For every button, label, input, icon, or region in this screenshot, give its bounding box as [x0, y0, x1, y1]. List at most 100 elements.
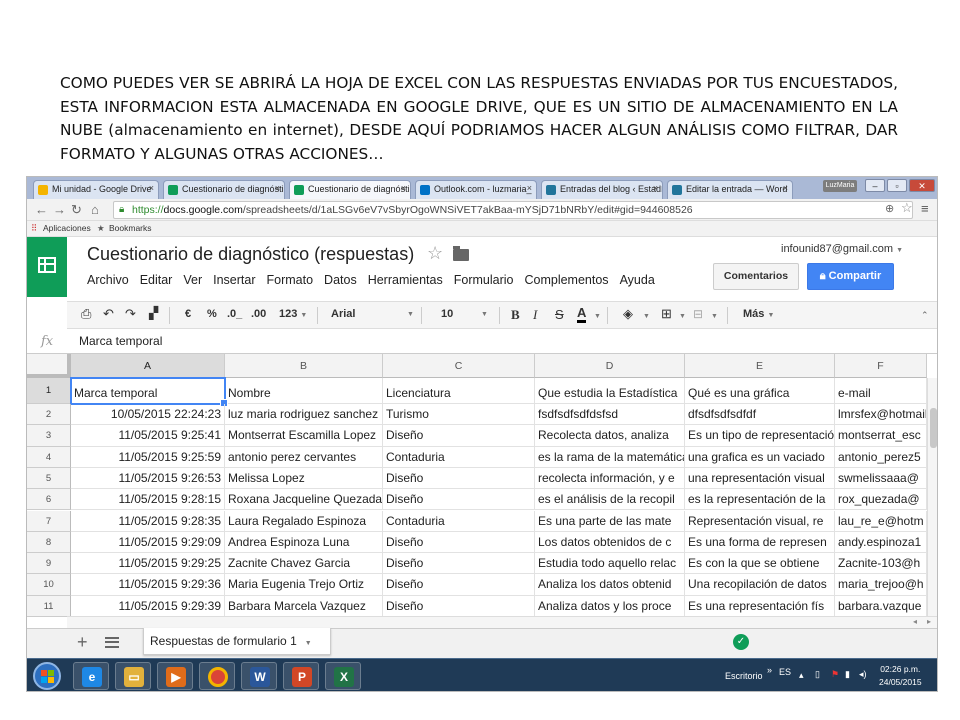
browser-tab[interactable]: Editar la entrada — Word ×: [667, 180, 793, 199]
folder-icon[interactable]: [453, 246, 469, 261]
account-email[interactable]: infounid87@gmail.com ▼: [781, 243, 903, 255]
start-button[interactable]: [33, 662, 61, 690]
header-cell[interactable]: Nombre: [225, 378, 383, 404]
menu-item-insertar[interactable]: Insertar: [213, 273, 255, 287]
close-tab-icon[interactable]: ×: [527, 183, 532, 193]
taskbar-media[interactable]: ▶: [157, 662, 193, 690]
column-header[interactable]: B: [225, 354, 383, 378]
table-cell[interactable]: swmelissaaa@: [835, 467, 927, 490]
table-cell[interactable]: Contaduria: [383, 510, 535, 532]
table-cell[interactable]: Maria Eugenia Trejo Ortiz: [225, 574, 383, 596]
table-cell[interactable]: 11/05/2015 9:29:09: [71, 531, 225, 554]
paint-format-icon[interactable]: ▞: [149, 306, 158, 320]
table-cell[interactable]: lau_re_e@hotm: [835, 510, 927, 532]
table-cell[interactable]: maria_trejoo@h: [835, 574, 927, 596]
collapse-toolbar-icon[interactable]: ⌃: [921, 310, 929, 321]
row-header[interactable]: 7: [27, 510, 71, 532]
minimize-button[interactable]: –: [865, 179, 885, 192]
select-all-corner[interactable]: [27, 354, 71, 378]
close-tab-icon[interactable]: ×: [275, 183, 280, 193]
table-cell[interactable]: Contaduria: [383, 446, 535, 468]
table-cell[interactable]: 11/05/2015 9:26:53: [71, 467, 225, 490]
table-cell[interactable]: Analiza datos y los proce: [535, 595, 685, 617]
percent-button[interactable]: %: [207, 308, 217, 320]
table-cell[interactable]: Andrea Espinoza Luna: [225, 531, 383, 554]
table-cell[interactable]: Diseño: [383, 425, 535, 447]
table-cell[interactable]: es el análisis de la recopil: [535, 489, 685, 511]
flag-icon[interactable]: ⚑: [831, 669, 839, 691]
table-cell[interactable]: una grafica es un vaciado: [685, 446, 835, 468]
sheet-tab[interactable]: Respuestas de formulario 1 ▼: [143, 628, 331, 655]
taskbar-chrome[interactable]: [199, 662, 235, 690]
language-indicator[interactable]: ES: [779, 667, 791, 691]
reload-icon[interactable]: ↻: [71, 202, 82, 218]
merge-cells-icon[interactable]: ⊟: [693, 307, 703, 321]
table-cell[interactable]: 11/05/2015 9:25:59: [71, 446, 225, 468]
table-cell[interactable]: Diseño: [383, 531, 535, 554]
table-cell[interactable]: antonio perez cervantes: [225, 446, 383, 468]
decrease-decimal-button[interactable]: .0_: [227, 308, 242, 320]
italic-button[interactable]: I: [533, 307, 537, 323]
forward-icon[interactable]: →: [53, 202, 66, 217]
tray-arrow-icon[interactable]: ▴: [799, 670, 804, 691]
row-header[interactable]: 10: [27, 574, 71, 596]
table-cell[interactable]: Una recopilación de datos: [685, 574, 835, 596]
scroll-left-icon[interactable]: ◂: [913, 617, 917, 626]
browser-tab[interactable]: Cuestionario de diagnóstico ×: [289, 180, 411, 199]
star-document-icon[interactable]: ☆: [427, 243, 443, 264]
maximize-button[interactable]: ▫: [887, 179, 907, 192]
close-window-button[interactable]: ✕: [909, 179, 935, 192]
header-cell[interactable]: Que estudia la Estadística: [535, 378, 685, 404]
vertical-scrollbar[interactable]: [927, 378, 937, 616]
close-tab-icon[interactable]: ×: [401, 183, 406, 193]
header-cell[interactable]: e-mail: [835, 378, 927, 404]
row-header[interactable]: 2: [27, 404, 71, 426]
more-button[interactable]: Más ▼: [743, 308, 774, 320]
volume-icon[interactable]: ◂): [859, 669, 867, 691]
table-cell[interactable]: Es una representación fís: [685, 595, 835, 617]
table-cell[interactable]: Diseño: [383, 574, 535, 596]
share-button[interactable]: 🔒︎ Compartir: [807, 263, 894, 290]
table-cell[interactable]: montserrat_esc: [835, 425, 927, 447]
browser-tab[interactable]: Mi unidad - Google Drive ×: [33, 180, 159, 199]
scroll-right-icon[interactable]: ▸: [927, 617, 931, 626]
row-header[interactable]: 8: [27, 531, 71, 554]
table-cell[interactable]: Los datos obtenidos de c: [535, 531, 685, 554]
browser-tab[interactable]: Entradas del blog ‹ Estadí ×: [541, 180, 663, 199]
table-cell[interactable]: barbara.vazque: [835, 595, 927, 617]
document-title[interactable]: Cuestionario de diagnóstico (respuestas): [87, 244, 414, 265]
chevron-right-icon[interactable]: »: [767, 665, 772, 691]
table-cell[interactable]: Laura Regalado Espinoza: [225, 510, 383, 532]
borders-icon[interactable]: ⊞: [661, 306, 672, 322]
header-cell[interactable]: Licenciatura: [383, 378, 535, 404]
row-header[interactable]: 11: [27, 595, 71, 617]
horizontal-scrollbar[interactable]: ◂ ▸: [67, 616, 937, 628]
taskbar-excel[interactable]: X: [325, 662, 361, 690]
table-cell[interactable]: Diseño: [383, 553, 535, 575]
column-header[interactable]: D: [535, 354, 685, 378]
table-cell[interactable]: antonio_perez5: [835, 446, 927, 468]
menu-item-herramientas[interactable]: Herramientas: [368, 273, 443, 287]
text-color-button[interactable]: A: [577, 306, 587, 323]
taskbar-word[interactable]: W: [241, 662, 277, 690]
sheets-logo-icon[interactable]: [27, 237, 67, 297]
column-header[interactable]: C: [383, 354, 535, 378]
menu-item-ayuda[interactable]: Ayuda: [620, 273, 655, 287]
table-cell[interactable]: Estudia todo aquello relac: [535, 553, 685, 575]
table-cell[interactable]: Diseño: [383, 489, 535, 511]
table-cell[interactable]: 11/05/2015 9:28:35: [71, 510, 225, 532]
column-header[interactable]: F: [835, 354, 927, 378]
taskbar-explorer[interactable]: ▭: [115, 662, 151, 690]
table-cell[interactable]: Turismo: [383, 404, 535, 426]
table-cell[interactable]: una representación visual: [685, 467, 835, 490]
header-cell[interactable]: Qué es una gráfica: [685, 378, 835, 404]
table-cell[interactable]: Zacnite-103@h: [835, 553, 927, 575]
table-cell[interactable]: Es con la que se obtiene: [685, 553, 835, 575]
table-cell[interactable]: 11/05/2015 9:29:25: [71, 553, 225, 575]
user-badge[interactable]: LuzMaria: [823, 180, 857, 192]
taskbar-powerpoint[interactable]: P: [283, 662, 319, 690]
column-header[interactable]: E: [685, 354, 835, 378]
table-cell[interactable]: Zacnite Chavez Garcia: [225, 553, 383, 575]
number-format-button[interactable]: 123 ▼: [279, 308, 307, 320]
close-tab-icon[interactable]: ×: [653, 183, 658, 193]
